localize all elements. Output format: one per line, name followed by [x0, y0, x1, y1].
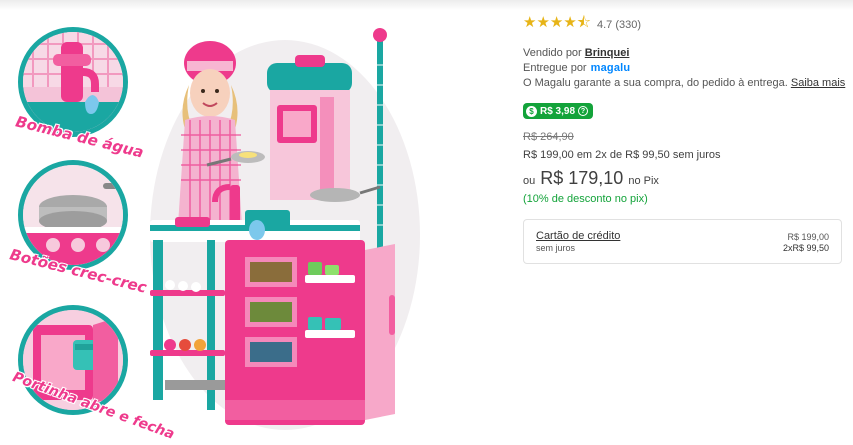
magalu-logo: magalu: [590, 62, 631, 74]
delivery-prefix: Entregue por: [523, 62, 587, 74]
pix-suffix: no Pix: [628, 175, 659, 187]
delivery-line: Entregue por magalu: [523, 62, 630, 74]
pix-price-line: ou R$ 179,10 no Pix: [523, 168, 659, 189]
credit-card-subtitle: sem juros: [536, 243, 576, 253]
old-price: R$ 264,90: [523, 131, 574, 143]
pix-discount: (10% de desconto no pix): [523, 193, 648, 205]
installment-price: R$ 199,00 em 2x de R$ 99,50 sem juros: [523, 149, 721, 161]
seller-line: Vendido por Brinquei: [523, 47, 629, 59]
pix-prefix: ou: [523, 175, 536, 187]
product-image[interactable]: Bomba de água Botões crec-crec Portinha …: [0, 0, 500, 445]
info-icon[interactable]: ?: [578, 106, 589, 116]
cashback-badge[interactable]: $ R$ 3,98 ?: [523, 103, 594, 119]
kitchen-toy-illustration: [150, 28, 395, 425]
guarantee-line: O Magalu garante a sua compra, do pedido…: [523, 77, 845, 89]
rating-text: 4.7 (330): [597, 18, 642, 31]
star-rating-icon: ★★★★⯪: [523, 14, 591, 31]
rating[interactable]: ★★★★⯪ 4.7 (330): [523, 12, 641, 37]
cashback-icon: $: [526, 105, 537, 117]
seller-prefix: Vendido por: [523, 47, 582, 59]
learn-more-link[interactable]: Saiba mais: [791, 77, 845, 89]
credit-card-total: R$ 199,00: [787, 232, 829, 242]
credit-card-option[interactable]: Cartão de crédito sem juros R$ 199,00 2x…: [523, 219, 842, 264]
credit-card-installments: 2xR$ 99,50: [782, 243, 829, 253]
cashback-value: R$ 3,98: [540, 105, 576, 117]
credit-card-title[interactable]: Cartão de crédito: [536, 230, 620, 242]
seller-link[interactable]: Brinquei: [585, 47, 630, 59]
pix-price: R$ 179,10: [540, 168, 624, 188]
guarantee-text: O Magalu garante a sua compra, do pedido…: [523, 77, 788, 89]
